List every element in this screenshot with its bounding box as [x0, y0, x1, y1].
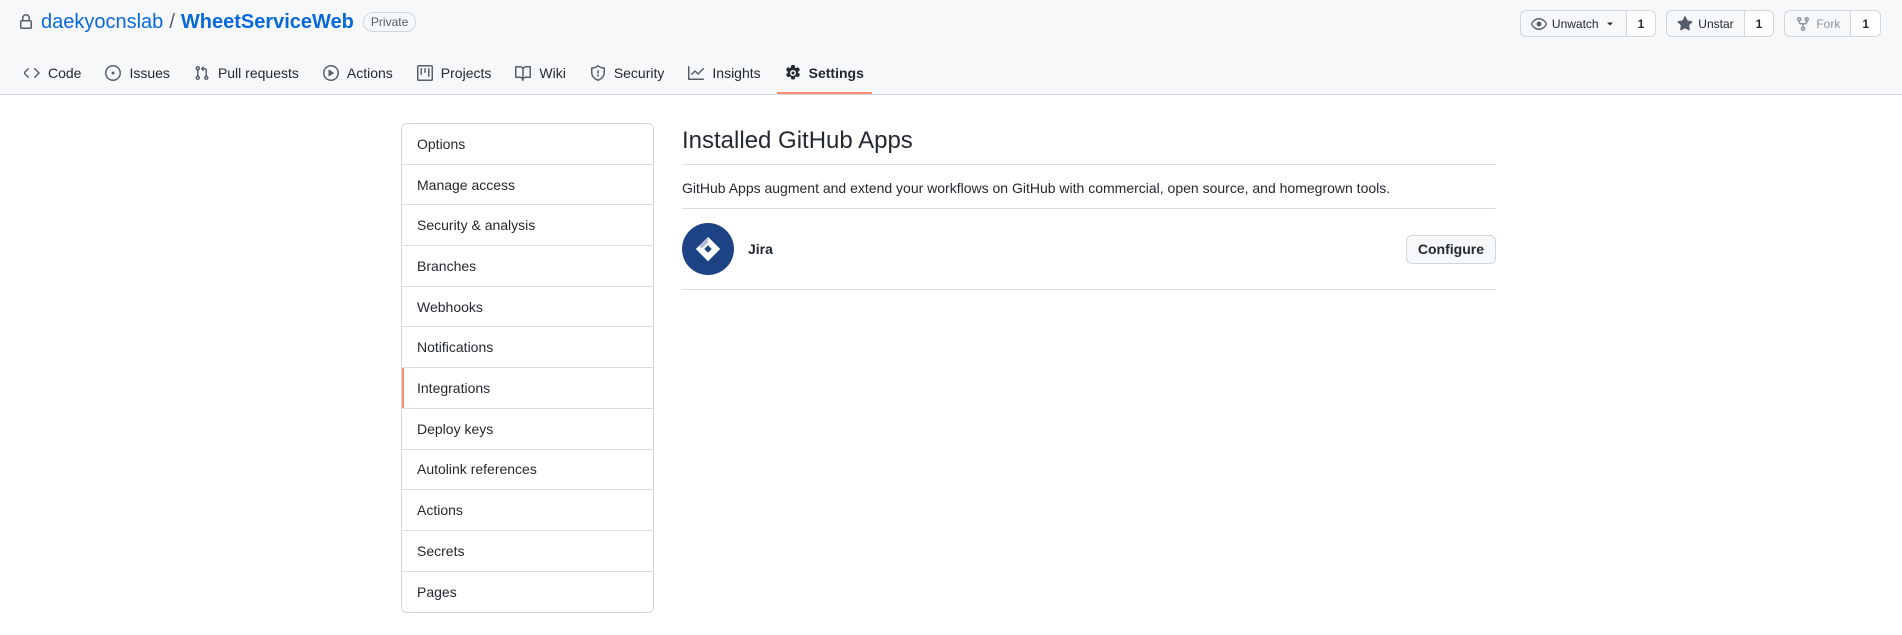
tab-pull-requests[interactable]: Pull requests — [186, 54, 307, 94]
caret-down-icon — [1606, 22, 1613, 25]
unwatch-label: Unwatch — [1551, 16, 1599, 31]
fork-label: Fork — [1816, 16, 1841, 31]
play-icon — [322, 65, 339, 81]
issue-icon — [105, 65, 122, 81]
code-icon — [24, 68, 40, 78]
tab-pull-requests-label: Pull requests — [217, 65, 299, 81]
fork-button[interactable]: Fork — [1785, 11, 1852, 36]
lock-icon — [18, 14, 34, 30]
sidebar-item-integrations[interactable]: Integrations — [402, 368, 653, 409]
tab-insights-label: Insights — [712, 65, 761, 81]
tab-actions-label: Actions — [346, 65, 393, 81]
forks-count[interactable]: 1 — [1851, 11, 1880, 36]
repo-tabs: Code Issues Pull requests Actions Projec… — [16, 54, 880, 94]
sidebar-item-deploy-keys[interactable]: Deploy keys — [402, 409, 653, 450]
repo-owner-link[interactable]: daekyocnslab — [41, 11, 163, 34]
app-name[interactable]: Jira — [748, 241, 1406, 257]
tab-insights[interactable]: Insights — [680, 54, 768, 94]
book-icon — [515, 66, 532, 81]
sidebar-item-actions[interactable]: Actions — [402, 490, 653, 531]
tab-wiki[interactable]: Wiki — [507, 54, 573, 94]
graph-icon — [688, 66, 705, 80]
sidebar-item-manage-access[interactable]: Manage access — [402, 165, 653, 206]
page-description: GitHub Apps augment and extend your work… — [682, 165, 1496, 209]
star-icon — [1677, 15, 1693, 30]
fork-button-group: Fork 1 — [1784, 10, 1881, 37]
sidebar-item-security-analysis[interactable]: Security & analysis — [402, 205, 653, 247]
tab-code[interactable]: Code — [16, 54, 89, 94]
sidebar-item-branches[interactable]: Branches — [402, 246, 653, 287]
star-button-group: Unstar 1 — [1666, 10, 1775, 37]
unstar-button[interactable]: Unstar — [1667, 11, 1745, 36]
tab-actions[interactable]: Actions — [315, 54, 401, 94]
eye-icon — [1530, 17, 1547, 30]
watch-button-group: Unwatch 1 — [1519, 10, 1657, 37]
sidebar-item-autolink-references[interactable]: Autolink references — [402, 450, 653, 491]
configure-button[interactable]: Configure — [1405, 234, 1496, 264]
repo-name-link[interactable]: WheetServiceWeb — [181, 11, 354, 34]
stars-count[interactable]: 1 — [1744, 11, 1774, 36]
tab-security[interactable]: Security — [582, 54, 673, 94]
settings-main: Installed GitHub Apps GitHub Apps augmen… — [682, 123, 1496, 290]
repo-title: daekyocnslab / WheetServiceWeb Private — [18, 10, 417, 34]
tab-code-label: Code — [48, 65, 82, 81]
shield-icon — [590, 65, 605, 81]
tab-security-label: Security — [613, 65, 665, 81]
project-icon — [416, 65, 433, 81]
app-row: Jira Configure — [682, 209, 1496, 290]
tab-projects-label: Projects — [440, 65, 492, 81]
fork-icon — [1797, 16, 1810, 31]
sidebar-item-pages[interactable]: Pages — [402, 572, 653, 613]
tab-settings[interactable]: Settings — [776, 54, 872, 94]
unwatch-button[interactable]: Unwatch — [1521, 11, 1627, 36]
sidebar-item-notifications[interactable]: Notifications — [402, 327, 653, 369]
tab-wiki-label: Wiki — [539, 65, 566, 81]
unstar-label: Unstar — [1698, 16, 1734, 31]
gear-icon — [785, 65, 800, 80]
watchers-count[interactable]: 1 — [1626, 11, 1656, 36]
repo-actions: Unwatch 1 Unstar 1 Fork 1 — [1519, 10, 1881, 37]
visibility-badge: Private — [362, 12, 417, 32]
page-title: Installed GitHub Apps — [682, 123, 1496, 165]
sidebar-item-options[interactable]: Options — [402, 124, 653, 165]
sidebar-item-secrets[interactable]: Secrets — [402, 531, 653, 572]
jira-logo-icon — [682, 223, 734, 275]
path-separator: / — [169, 10, 175, 33]
pull-request-icon — [195, 65, 209, 81]
tab-issues-label: Issues — [129, 65, 170, 81]
settings-sidebar: Options Manage access Security & analysi… — [401, 123, 654, 614]
tab-projects[interactable]: Projects — [409, 54, 500, 94]
tab-settings-label: Settings — [808, 65, 864, 81]
tab-issues[interactable]: Issues — [97, 54, 177, 94]
repo-header: daekyocnslab / WheetServiceWeb Private U… — [0, 0, 1902, 95]
sidebar-item-webhooks[interactable]: Webhooks — [402, 287, 653, 328]
